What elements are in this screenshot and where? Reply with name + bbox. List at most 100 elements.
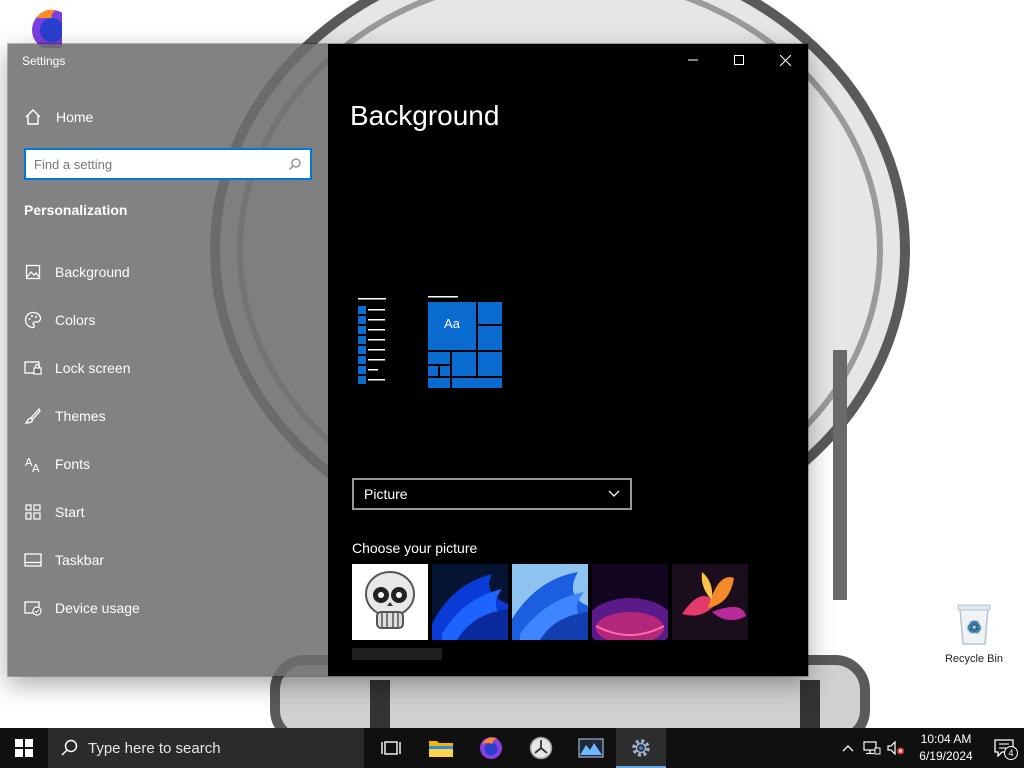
nav-item-start[interactable]: Start — [8, 488, 328, 536]
firefox-icon — [480, 737, 502, 759]
find-setting-search[interactable] — [24, 148, 312, 180]
show-hidden-icons-button[interactable] — [836, 728, 860, 768]
nav-item-label: Taskbar — [55, 552, 105, 568]
search-icon — [289, 158, 301, 170]
taskbar-apps — [366, 728, 666, 768]
background-preview: Aa — [356, 296, 506, 397]
taskbar-search-box[interactable]: Type here to search — [48, 728, 364, 768]
volume-button[interactable] — [884, 728, 908, 768]
picture-thumb-blue-bloom-light[interactable] — [512, 564, 588, 640]
file-explorer-icon — [429, 741, 453, 757]
nav-item-label: Themes — [55, 408, 106, 424]
dropdown-selected-value: Picture — [364, 486, 408, 502]
nav-item-taskbar[interactable]: Taskbar — [8, 536, 328, 584]
nav-item-themes[interactable]: Themes — [8, 392, 328, 440]
nav-item-lock-screen[interactable]: Lock screen — [8, 344, 328, 392]
windows-logo-icon — [15, 739, 33, 757]
nav-item-device-usage[interactable]: Device usage — [8, 584, 328, 632]
minimize-icon — [688, 59, 698, 61]
brush-icon — [24, 407, 42, 425]
device-usage-icon — [24, 599, 42, 617]
nav-item-label: Start — [55, 504, 85, 520]
svg-text:A: A — [32, 462, 40, 473]
nav-home[interactable]: Home — [8, 100, 328, 134]
photos-app-button[interactable] — [566, 728, 616, 768]
firefox-icon — [32, 9, 72, 50]
settings-sidebar: Settings Home Personalization Background — [8, 44, 328, 676]
task-view-button[interactable] — [366, 728, 416, 768]
start-menu-preview-graphic — [358, 296, 502, 388]
nav-item-label: Background — [55, 264, 130, 280]
nav-item-background[interactable]: Background — [8, 248, 328, 296]
close-button[interactable] — [762, 44, 808, 76]
svg-text:♻: ♻ — [967, 618, 981, 637]
background-type-dropdown[interactable]: Picture — [352, 478, 632, 510]
picture-thumbnails — [352, 564, 748, 640]
skull-thumbnail-image — [365, 571, 415, 629]
settings-window: Settings Home Personalization Background — [8, 44, 808, 676]
maximize-button[interactable] — [716, 44, 762, 76]
browse-button[interactable] — [352, 648, 442, 660]
taskbar-search-placeholder: Type here to search — [88, 739, 221, 757]
blue-bloom-light-thumbnail-image — [512, 572, 588, 640]
nav-home-label: Home — [56, 109, 94, 125]
palette-icon — [24, 311, 42, 329]
colorful-petals-thumbnail-image — [682, 572, 746, 621]
nav-item-colors[interactable]: Colors — [8, 296, 328, 344]
picture-thumb-purple-glow[interactable] — [592, 564, 668, 640]
personalization-nav: Background Colors Lock screen Themes A A… — [8, 248, 328, 632]
chevron-down-icon — [608, 490, 620, 497]
volume-muted-icon — [887, 741, 904, 755]
photos-app-icon — [578, 738, 604, 758]
clock-date: 6/19/2024 — [919, 749, 973, 763]
picture-thumb-colorful-petals[interactable] — [672, 564, 748, 640]
chevron-up-icon — [842, 745, 854, 752]
choose-picture-label: Choose your picture — [352, 540, 478, 556]
fonts-icon: AA — [24, 455, 42, 473]
window-controls — [670, 44, 808, 76]
notification-count-badge: 4 — [1004, 746, 1018, 760]
task-view-icon — [381, 741, 401, 755]
system-tray: 10:04 AM 6/19/2024 4 — [836, 728, 1024, 768]
picture-thumb-skull[interactable] — [352, 564, 428, 640]
clock-app-button[interactable] — [516, 728, 566, 768]
settings-taskbar-button[interactable] — [616, 728, 666, 768]
picture-thumb-blue-bloom-dark[interactable] — [432, 564, 508, 640]
recycle-bin-label: Recycle Bin — [944, 653, 1004, 665]
firefox-taskbar-button[interactable] — [466, 728, 516, 768]
clock-app-icon — [529, 736, 553, 760]
picture-icon — [24, 263, 42, 281]
app-title: Settings — [22, 54, 66, 68]
close-icon — [779, 54, 791, 66]
home-icon — [25, 109, 41, 125]
action-center-button[interactable]: 4 — [984, 728, 1024, 768]
start-button[interactable] — [0, 728, 48, 768]
search-icon — [61, 739, 78, 756]
maximize-icon — [734, 55, 744, 65]
gear-icon — [632, 739, 650, 757]
lock-screen-icon — [24, 359, 42, 377]
purple-glow-thumbnail-image — [592, 598, 668, 640]
blue-bloom-thumbnail-image — [432, 574, 508, 640]
nav-item-label: Lock screen — [55, 360, 131, 376]
network-icon — [863, 741, 881, 755]
nav-item-label: Colors — [55, 312, 96, 328]
recycle-bin-desktop-icon[interactable]: ♻ Recycle Bin — [938, 602, 1010, 665]
network-button[interactable] — [860, 728, 884, 768]
taskbar-icon — [24, 551, 42, 569]
settings-content: Background Aa Picture Choose your pictur… — [328, 44, 808, 676]
file-explorer-button[interactable] — [416, 728, 466, 768]
taskbar: Type here to search 10:04 AM 6/19/2024 4 — [0, 728, 1024, 768]
preview-tile-text: Aa — [444, 316, 460, 331]
recycle-bin-icon: ♻ — [957, 604, 991, 645]
taskbar-clock[interactable]: 10:04 AM 6/19/2024 — [908, 731, 984, 765]
clock-time: 10:04 AM — [920, 732, 972, 746]
nav-item-label: Device usage — [55, 600, 140, 616]
minimize-button[interactable] — [670, 44, 716, 76]
section-title: Personalization — [24, 202, 128, 218]
page-title: Background — [350, 100, 500, 131]
find-setting-input[interactable] — [34, 156, 288, 172]
nav-item-fonts[interactable]: AA Fonts — [8, 440, 328, 488]
start-grid-icon — [24, 503, 42, 521]
nav-item-label: Fonts — [55, 456, 91, 472]
